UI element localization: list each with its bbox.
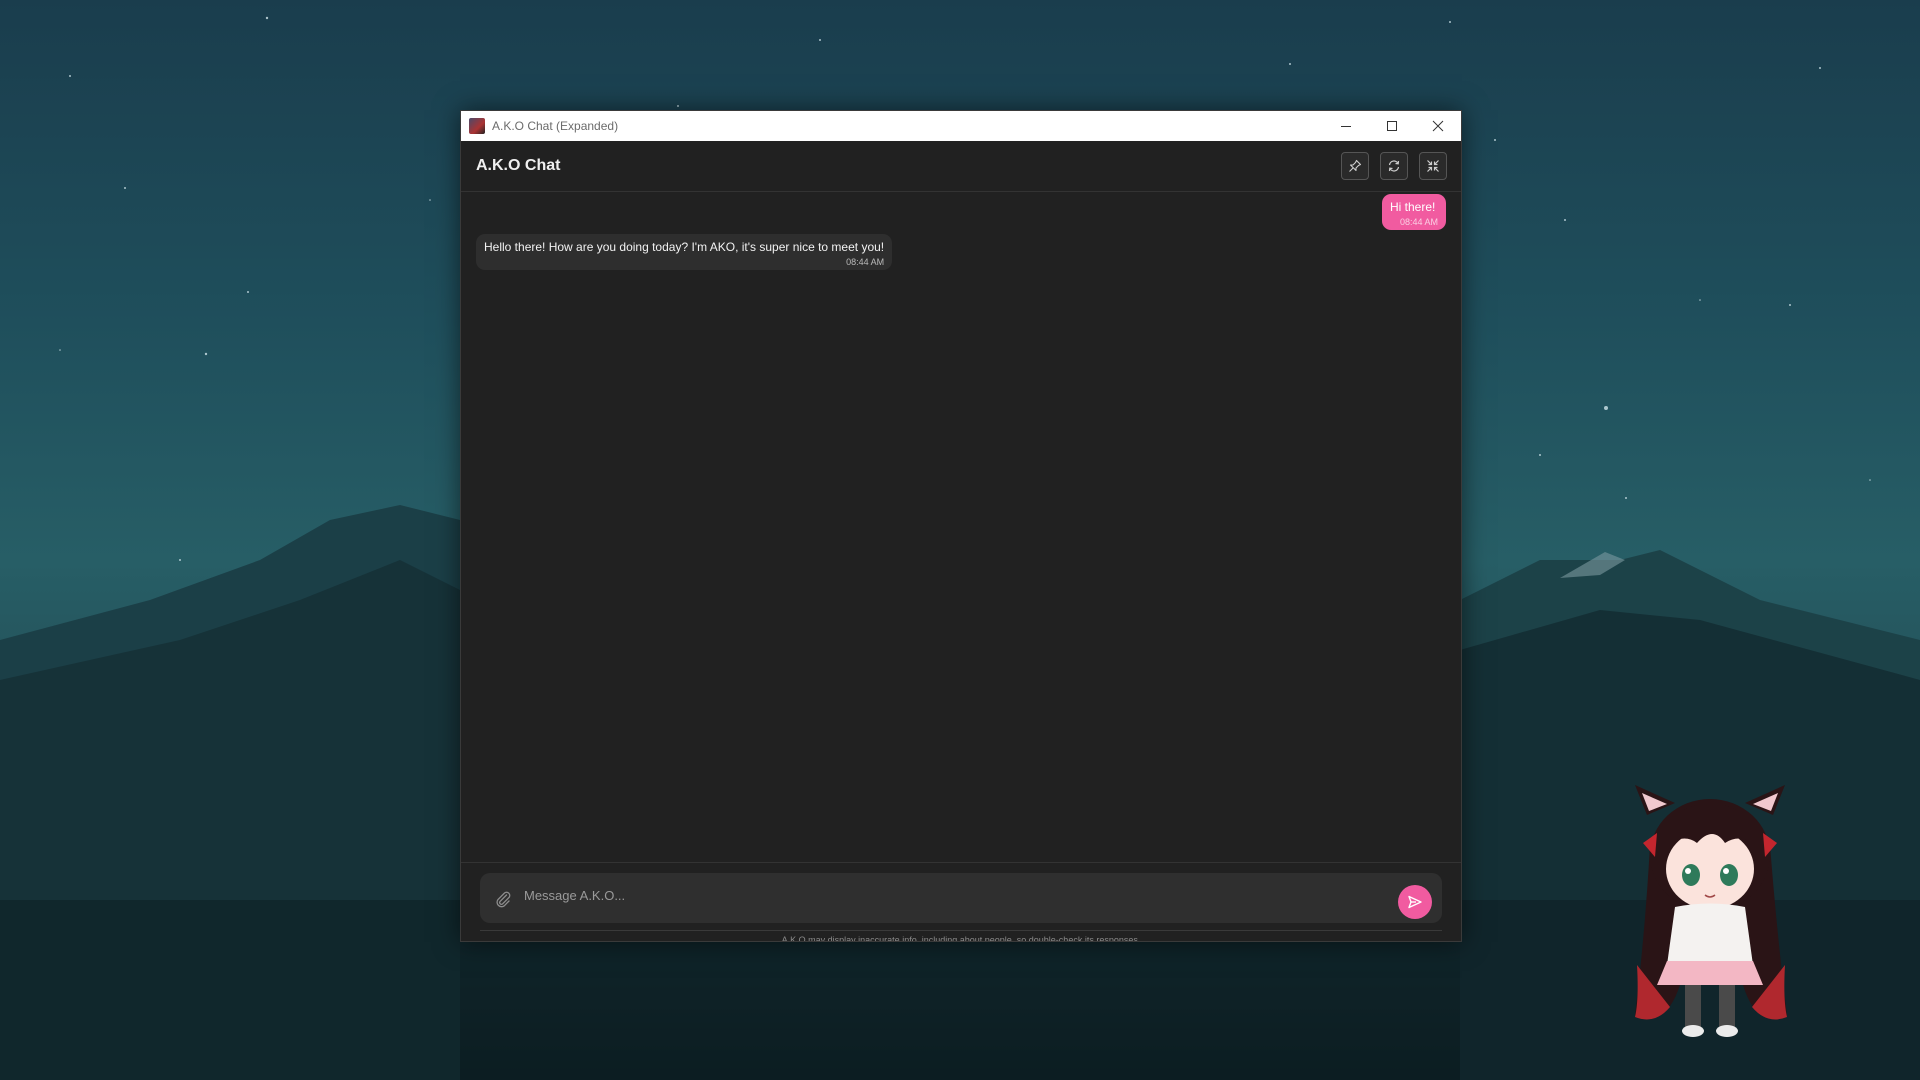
chat-window: A.K.O Chat (Expanded) A.K.O Chat Hi ther… — [460, 110, 1462, 942]
close-icon — [1432, 120, 1444, 132]
paperclip-icon — [496, 891, 511, 908]
collapse-icon — [1427, 160, 1439, 172]
refresh-button[interactable] — [1380, 152, 1408, 180]
header-actions — [1341, 152, 1447, 180]
refresh-icon — [1388, 160, 1400, 172]
composer-box — [480, 873, 1442, 923]
pin-icon — [1349, 159, 1362, 172]
minimize-icon — [1341, 126, 1351, 127]
message-input[interactable] — [524, 881, 1384, 909]
assistant-message: Hello there! How are you doing today? I'… — [476, 234, 893, 270]
maximize-button[interactable] — [1369, 111, 1415, 141]
pin-button[interactable] — [1341, 152, 1369, 180]
maximize-icon — [1387, 121, 1397, 131]
app-icon — [469, 118, 485, 134]
user-message: Hi there! 08:44 AM — [1382, 194, 1446, 230]
send-icon — [1408, 895, 1422, 909]
window-controls — [1323, 111, 1461, 141]
close-button[interactable] — [1415, 111, 1461, 141]
composer: A.K.O may display inaccurate info, inclu… — [461, 862, 1461, 941]
message-timestamp: 08:44 AM — [846, 257, 885, 267]
mascot-character[interactable] — [1625, 785, 1795, 1045]
minimize-button[interactable] — [1323, 111, 1369, 141]
attach-button[interactable] — [492, 888, 514, 910]
message-list[interactable]: Hi there! 08:44 AM Hello there! How are … — [461, 192, 1461, 862]
message-text: Hello there! How are you doing today? I'… — [484, 240, 885, 254]
message-text: Hi there! — [1390, 200, 1436, 214]
window-titlebar[interactable]: A.K.O Chat (Expanded) — [461, 111, 1461, 141]
disclaimer-text: A.K.O may display inaccurate info, inclu… — [480, 930, 1442, 941]
desktop: A.K.O Chat (Expanded) A.K.O Chat Hi ther… — [0, 0, 1920, 1080]
chat-title: A.K.O Chat — [476, 157, 561, 174]
send-button[interactable] — [1398, 885, 1432, 919]
window-title: A.K.O Chat (Expanded) — [492, 119, 619, 133]
message-timestamp: 08:44 AM — [1399, 217, 1438, 227]
chat-header: A.K.O Chat — [461, 141, 1461, 192]
collapse-button[interactable] — [1419, 152, 1447, 180]
